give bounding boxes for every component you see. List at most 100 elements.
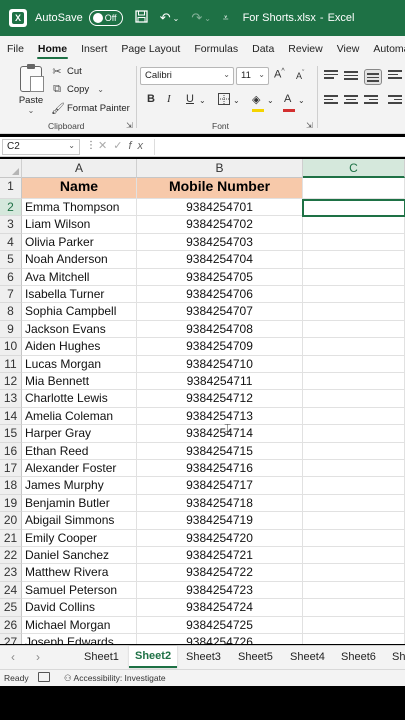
- cell-empty[interactable]: [303, 564, 405, 582]
- row-header[interactable]: 16: [0, 442, 22, 460]
- cell-mobile-number[interactable]: 9384254707: [137, 303, 303, 321]
- cell-name[interactable]: Daniel Sanchez: [22, 547, 137, 565]
- wrap-text-icon[interactable]: [388, 70, 402, 82]
- cell-name[interactable]: David Collins: [22, 599, 137, 617]
- customize-qat-icon[interactable]: ⩡: [223, 13, 229, 24]
- tab-home[interactable]: Home: [31, 43, 74, 60]
- chevron-down-icon[interactable]: ⌄: [199, 96, 206, 105]
- row-header[interactable]: 3: [0, 216, 22, 234]
- cell-name[interactable]: Alexander Foster: [22, 460, 137, 478]
- tab-page-layout[interactable]: Page Layout: [114, 43, 187, 60]
- cell-empty[interactable]: [303, 599, 405, 617]
- cell-empty[interactable]: [303, 425, 405, 443]
- tab-data[interactable]: Data: [245, 43, 281, 60]
- cell-mobile-number[interactable]: 9384254712: [137, 390, 303, 408]
- cancel-icon[interactable]: ✕: [98, 140, 113, 152]
- cut-button[interactable]: ✂ Cut: [51, 65, 81, 78]
- row-header[interactable]: 10: [0, 338, 22, 356]
- formula-input[interactable]: [154, 139, 405, 155]
- cell-mobile-number[interactable]: 9384254715: [137, 442, 303, 460]
- redo-icon[interactable]: ↷: [191, 10, 202, 26]
- cell-empty[interactable]: [303, 547, 405, 565]
- align-bottom-icon[interactable]: [364, 69, 382, 85]
- row-header[interactable]: 1: [0, 178, 22, 199]
- accessibility-status[interactable]: ⚇ Accessibility: Investigate: [64, 673, 166, 684]
- more-options-icon[interactable]: ⋮: [86, 140, 96, 151]
- cell-mobile-number[interactable]: 9384254725: [137, 616, 303, 634]
- row-header[interactable]: 2: [0, 199, 22, 217]
- cell-mobile-number[interactable]: 9384254719: [137, 512, 303, 530]
- align-left-icon[interactable]: [324, 95, 338, 107]
- bold-button[interactable]: B: [147, 93, 155, 105]
- sheet-tab-sheet5[interactable]: Sheet5: [238, 651, 273, 663]
- cell-name[interactable]: Charlotte Lewis: [22, 390, 137, 408]
- cell-name[interactable]: Noah Anderson: [22, 251, 137, 269]
- decrease-indent-icon[interactable]: [388, 95, 402, 107]
- cell-name[interactable]: Amelia Coleman: [22, 407, 137, 426]
- undo-dropdown-icon[interactable]: ⌄: [173, 14, 180, 23]
- cell-mobile-number[interactable]: 9384254706: [137, 286, 303, 304]
- cell-name[interactable]: Aiden Hughes: [22, 338, 137, 356]
- macro-record-icon[interactable]: [38, 672, 50, 682]
- cell-empty[interactable]: [303, 512, 405, 530]
- increase-font-size-icon[interactable]: A^: [274, 68, 285, 81]
- chevron-down-icon[interactable]: ⌄: [267, 96, 274, 105]
- italic-button[interactable]: I: [167, 93, 171, 105]
- font-name-box[interactable]: Calibri ⌄: [140, 67, 234, 85]
- sheet-tab-overflow[interactable]: Sh: [392, 651, 405, 663]
- paste-button[interactable]: Paste ⌄: [16, 64, 46, 115]
- cell-empty[interactable]: [303, 320, 405, 339]
- chevron-down-icon[interactable]: ⌄: [298, 96, 305, 105]
- cell-mobile-number[interactable]: 9384254703: [137, 233, 303, 252]
- cell-empty[interactable]: [303, 286, 405, 304]
- cell-name[interactable]: Ava Mitchell: [22, 268, 137, 286]
- cell-empty[interactable]: [303, 216, 405, 234]
- cell-mobile-number[interactable]: 9384254718: [137, 494, 303, 513]
- cell-mobile-number[interactable]: 9384254724: [137, 599, 303, 617]
- chevron-down-icon[interactable]: ⌄: [233, 96, 240, 105]
- row-header[interactable]: 8: [0, 303, 22, 321]
- chevron-right-icon[interactable]: ›: [36, 650, 40, 664]
- cell-mobile-number[interactable]: 9384254726: [137, 634, 303, 644]
- cell-mobile-number[interactable]: 9384254701: [137, 199, 303, 217]
- cell-mobile-number[interactable]: 9384254711: [137, 373, 303, 391]
- cell-mobile-number[interactable]: 9384254723: [137, 581, 303, 600]
- dialog-launcher-icon[interactable]: ⇲: [306, 121, 313, 130]
- cell-name[interactable]: Emily Cooper: [22, 529, 137, 547]
- name-box[interactable]: C2 ⌄: [2, 139, 80, 155]
- cell-mobile-number[interactable]: 9384254713: [137, 407, 303, 426]
- insert-function-icon[interactable]: fx: [128, 140, 149, 152]
- align-center-icon[interactable]: [344, 95, 358, 107]
- tab-view[interactable]: View: [330, 43, 367, 60]
- cell-empty[interactable]: [303, 251, 405, 269]
- align-top-icon[interactable]: [324, 70, 338, 82]
- enter-icon[interactable]: ✓: [113, 140, 128, 152]
- column-header-c[interactable]: C: [303, 159, 405, 178]
- tab-file[interactable]: File: [0, 43, 31, 60]
- cell-name[interactable]: Emma Thompson: [22, 199, 137, 217]
- cell-mobile-number[interactable]: 9384254714: [137, 425, 303, 443]
- sheet-tab-sheet3[interactable]: Sheet3: [186, 651, 221, 663]
- cell-empty[interactable]: [303, 373, 405, 391]
- row-header[interactable]: 9: [0, 320, 22, 339]
- cell-name[interactable]: Ethan Reed: [22, 442, 137, 460]
- fill-color-icon[interactable]: ◈: [252, 93, 260, 106]
- cell-empty[interactable]: [303, 529, 405, 547]
- row-header[interactable]: 25: [0, 599, 22, 617]
- cell-name[interactable]: Mia Bennett: [22, 373, 137, 391]
- cell-mobile-number[interactable]: 9384254709: [137, 338, 303, 356]
- redo-dropdown-icon[interactable]: ⌄: [204, 14, 211, 23]
- cell-empty[interactable]: [303, 581, 405, 600]
- cell-empty[interactable]: [303, 460, 405, 478]
- row-header[interactable]: 14: [0, 407, 22, 426]
- row-header[interactable]: 4: [0, 233, 22, 252]
- cell-name[interactable]: Harper Gray: [22, 425, 137, 443]
- row-header[interactable]: 11: [0, 355, 22, 373]
- cell-mobile-number[interactable]: 9384254717: [137, 477, 303, 495]
- font-size-box[interactable]: 11 ⌄: [236, 67, 269, 85]
- cell-mobile-number[interactable]: 9384254704: [137, 251, 303, 269]
- cell-empty[interactable]: [303, 233, 405, 252]
- cell-a1[interactable]: Name: [22, 178, 137, 199]
- cell-mobile-number[interactable]: 9384254721: [137, 547, 303, 565]
- row-header[interactable]: 18: [0, 477, 22, 495]
